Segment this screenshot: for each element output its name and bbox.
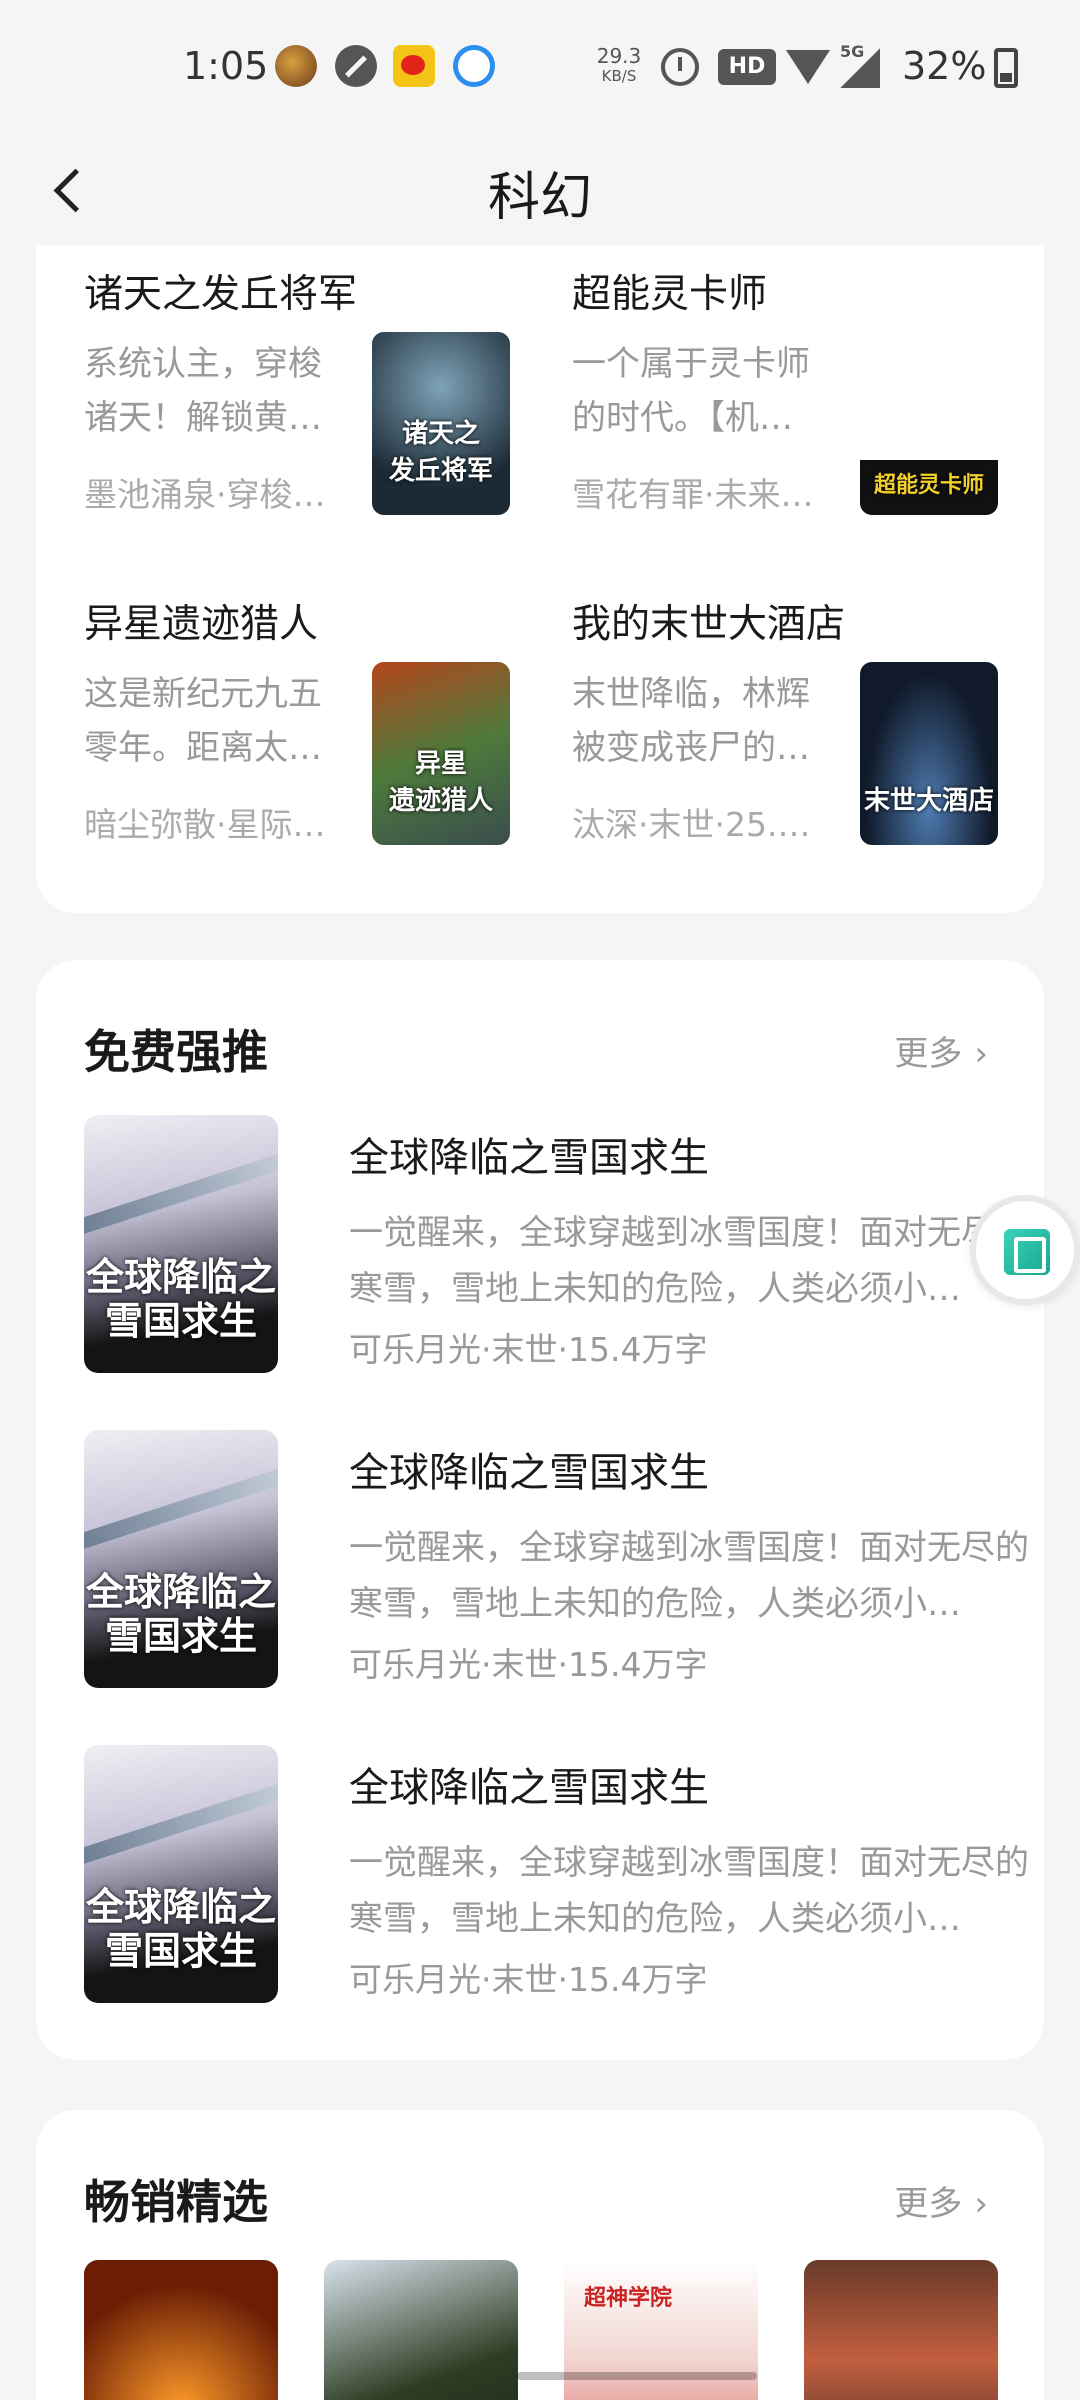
battery-percent: 32% (902, 44, 987, 88)
more-link[interactable]: 更多 (894, 1026, 988, 1075)
book-grid-card: 诸天之发丘将军 系统认主，穿梭诸天！解锁黄… 墨池涌泉·穿梭… 诸天之 发丘将军 … (36, 245, 1044, 913)
book-description: 一个属于灵卡师的时代。【机… (572, 344, 810, 438)
cover-text: 异星 遗迹猎人 (388, 749, 493, 816)
free-section-card: 免费强推 更多 全球降临之雪国求生 全球降临之雪国求生 一觉醒来，全球穿越到冰雪… (36, 960, 1044, 2060)
cover-text: 全球降临之 雪国求生 (85, 1569, 276, 1658)
grid-book-item[interactable]: 我的末世大酒店 末世降临，林辉被变成丧尸的… 汰深·末世·25.… 末世大酒店 (572, 575, 1032, 865)
book-cover[interactable]: 末世大酒店 (860, 662, 998, 845)
grid-book-item[interactable]: 异星遗迹猎人 这是新纪元九五零年。距离太… 暗尘弥散·星际… 异星 遗迹猎人 (84, 575, 544, 865)
alarm-icon (661, 48, 699, 86)
book-cover[interactable] (84, 2260, 278, 2400)
list-book-item[interactable]: 全球降临之 雪国求生 全球降临之雪国求生 一觉醒来，全球穿越到冰雪国度！面对无尽的… (84, 1430, 1029, 1690)
book-meta: 汰深·末世·25.… (572, 805, 811, 844)
book-cover[interactable]: 全球降临之 雪国求生 (84, 1745, 278, 2003)
book-description: 系统认主，穿梭诸天！解锁黄… (84, 344, 322, 438)
game-app-icon (275, 45, 317, 87)
book-cover[interactable]: 全球降临之 雪国求生 (84, 1115, 278, 1373)
list-book-item[interactable]: 全球降临之 雪国求生 全球降临之雪国求生 一觉醒来，全球穿越到冰雪国度！面对无尽的… (84, 1745, 1029, 2005)
network-speed-unit: KB/S (601, 67, 637, 85)
book-title: 诸天之发丘将军 (84, 272, 358, 317)
section-title: 畅销精选 (84, 2175, 268, 2229)
home-indicator[interactable] (517, 2372, 757, 2380)
book-meta: 雪花有罪·未来… (572, 475, 814, 514)
grid-book-item[interactable]: 诸天之发丘将军 系统认主，穿梭诸天！解锁黄… 墨池涌泉·穿梭… 诸天之 发丘将军 (84, 245, 544, 535)
book-title: 我的末世大酒店 (572, 602, 846, 647)
book-meta: 暗尘弥散·星际… (84, 805, 326, 844)
book-meta: 可乐月光·末世·15.4万字 (349, 1330, 708, 1369)
bestseller-section-card: 畅销精选 更多 (36, 2110, 1044, 2400)
header: 科幻 (0, 135, 1080, 245)
status-time: 1:05 (183, 44, 269, 88)
book-cover[interactable]: 超能灵卡师 (860, 332, 998, 515)
cover-text: 诸天之 发丘将军 (388, 419, 493, 486)
weibo-icon (393, 45, 435, 87)
cover-text: 末世大酒店 (863, 786, 994, 816)
book-cover[interactable] (804, 2260, 998, 2400)
book-title: 异星遗迹猎人 (84, 602, 319, 647)
grid-book-item[interactable]: 超能灵卡师 一个属于灵卡师的时代。【机… 雪花有罪·未来… 超能灵卡师 (572, 245, 1032, 535)
network-speed-value: 29.3 (596, 44, 642, 68)
book-cover[interactable] (324, 2260, 518, 2400)
network-speed: 29.3 KB/S (594, 46, 644, 86)
book-description: 末世降临，林辉被变成丧尸的… (572, 674, 810, 768)
status-bar: 1:05 29.3 KB/S HD 5G 32% (0, 0, 1080, 135)
wifi-icon (786, 50, 830, 84)
browser-app-icon (453, 45, 495, 87)
book-title: 全球降临之雪国求生 (349, 1765, 709, 1811)
book-description: 一觉醒来，全球穿越到冰雪国度！面对无尽的寒雪，雪地上未知的危险，人类必须小… (349, 1528, 1029, 1624)
network-type: 5G (840, 42, 865, 61)
more-link[interactable]: 更多 (894, 2176, 988, 2225)
cube-app-icon[interactable] (970, 1195, 1080, 1305)
book-title: 全球降临之雪国求生 (349, 1135, 709, 1181)
book-meta: 可乐月光·末世·15.4万字 (349, 1960, 708, 1999)
book-title: 超能灵卡师 (572, 272, 768, 317)
cover-text: 全球降临之 雪国求生 (85, 1884, 276, 1973)
hd-icon: HD (718, 49, 776, 85)
book-description: 这是新纪元九五零年。距离太… (84, 674, 322, 768)
book-cover[interactable]: 全球降临之 雪国求生 (84, 1430, 278, 1688)
cover-text: 全球降临之 雪国求生 (85, 1254, 276, 1343)
cube-icon (1004, 1229, 1050, 1275)
page-title: 科幻 (487, 168, 592, 228)
book-meta: 可乐月光·末世·15.4万字 (349, 1645, 708, 1684)
cover-text: 超能灵卡师 (873, 472, 984, 498)
dnd-icon (335, 45, 377, 87)
list-book-item[interactable]: 全球降临之 雪国求生 全球降临之雪国求生 一觉醒来，全球穿越到冰雪国度！面对无尽的… (84, 1115, 1029, 1375)
battery-icon (994, 48, 1018, 88)
book-cover[interactable]: 异星 遗迹猎人 (372, 662, 510, 845)
book-cover[interactable]: 诸天之 发丘将军 (372, 332, 510, 515)
book-description: 一觉醒来，全球穿越到冰雪国度！面对无尽的寒雪，雪地上未知的危险，人类必须小… (349, 1213, 1029, 1309)
book-title: 全球降临之雪国求生 (349, 1450, 709, 1496)
book-meta: 墨池涌泉·穿梭… (84, 475, 326, 514)
book-description: 一觉醒来，全球穿越到冰雪国度！面对无尽的寒雪，雪地上未知的危险，人类必须小… (349, 1843, 1029, 1939)
section-title: 免费强推 (84, 1025, 268, 1079)
